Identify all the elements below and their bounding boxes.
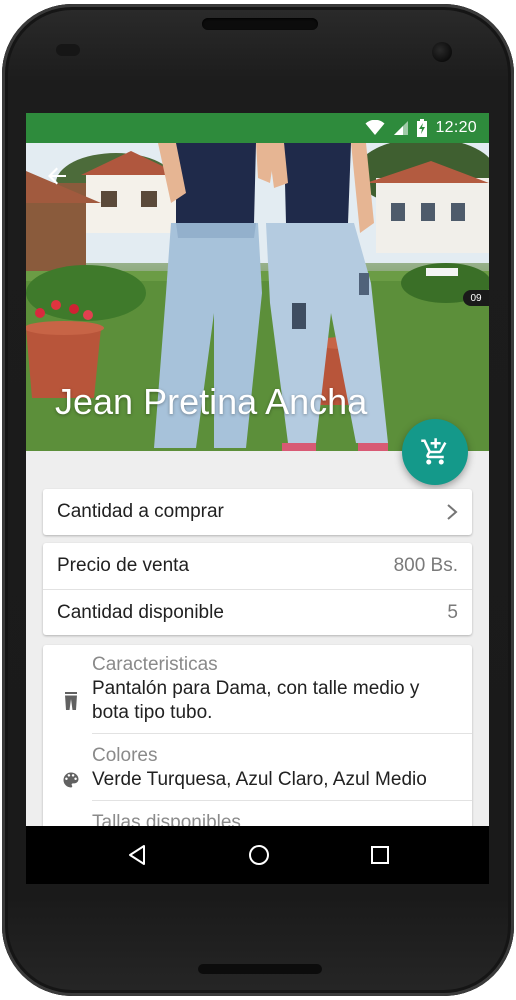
quantity-to-buy-label: Cantidad a comprar bbox=[57, 501, 224, 522]
home-icon[interactable] bbox=[247, 843, 271, 867]
feature-colors: Colores Verde Turquesa, Azul Claro, Azul… bbox=[43, 744, 472, 792]
wifi-icon bbox=[365, 120, 385, 135]
feature-characteristics: Caracteristicas Pantalón para Dama, con … bbox=[43, 653, 472, 725]
product-photo[interactable]: 09 Jean Pretina Ancha bbox=[26, 143, 489, 451]
stock-label: Cantidad disponible bbox=[57, 601, 224, 623]
battery-charging-icon bbox=[417, 119, 428, 137]
photo-counter: 09 bbox=[463, 290, 489, 306]
price-value: 800 Bs. bbox=[393, 555, 458, 576]
app-screen: 12:20 09 Jean Pretina Ancha Cantidad a c… bbox=[26, 113, 489, 884]
chevron-right-icon bbox=[447, 504, 458, 520]
pricing-card: Precio de venta 800 Bs. Cantidad disponi… bbox=[43, 543, 472, 635]
divider bbox=[92, 733, 472, 734]
feature-colors-text: Verde Turquesa, Azul Claro, Azul Medio bbox=[92, 769, 427, 790]
front-camera bbox=[432, 42, 452, 62]
quantity-to-buy-row[interactable]: Cantidad a comprar bbox=[43, 489, 472, 535]
price-row: Precio de venta 800 Bs. bbox=[43, 543, 472, 589]
bottom-speaker bbox=[198, 964, 322, 974]
palette-icon bbox=[63, 772, 79, 788]
back-arrow-icon[interactable] bbox=[46, 165, 68, 187]
stock-row: Cantidad disponible 5 bbox=[43, 589, 472, 635]
add-to-cart-icon bbox=[421, 438, 447, 465]
divider bbox=[92, 800, 472, 801]
feature-characteristics-label: Caracteristicas bbox=[92, 654, 218, 675]
status-time: 12:20 bbox=[435, 119, 477, 136]
system-navigation-bar bbox=[26, 826, 489, 884]
earpiece-speaker bbox=[202, 18, 318, 30]
back-icon[interactable] bbox=[126, 844, 148, 866]
feature-colors-label: Colores bbox=[92, 745, 158, 766]
pants-icon bbox=[65, 692, 77, 710]
recents-icon[interactable] bbox=[370, 845, 390, 865]
product-title: Jean Pretina Ancha bbox=[55, 381, 368, 422]
feature-characteristics-text: Pantalón para Dama, con talle medio y bo… bbox=[92, 678, 420, 723]
status-bar: 12:20 bbox=[26, 113, 489, 143]
add-to-cart-button[interactable] bbox=[402, 419, 468, 485]
cell-signal-icon bbox=[394, 121, 409, 135]
features-card: Caracteristicas Pantalón para Dama, con … bbox=[43, 645, 472, 845]
price-label: Precio de venta bbox=[57, 555, 190, 576]
proximity-sensor bbox=[56, 44, 80, 56]
stock-value: 5 bbox=[447, 601, 458, 623]
quantity-card: Cantidad a comprar bbox=[43, 489, 472, 535]
